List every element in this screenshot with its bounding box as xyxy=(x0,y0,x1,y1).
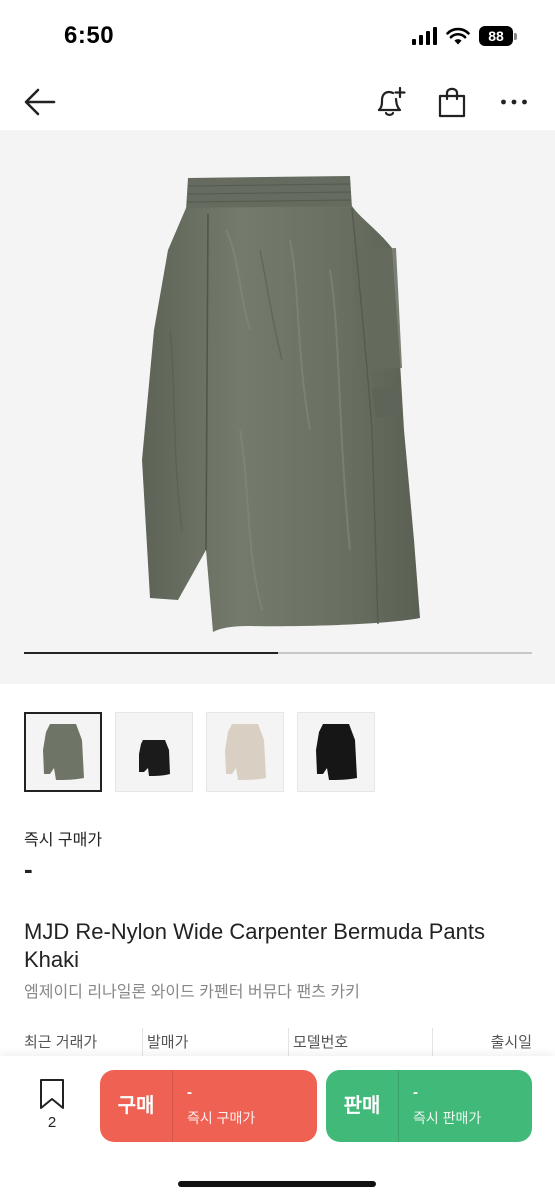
thumbnail-khaki[interactable] xyxy=(24,712,102,792)
buy-button-price: - xyxy=(187,1084,192,1101)
thumbnail-black-2[interactable] xyxy=(297,712,375,792)
shopping-bag-icon xyxy=(438,87,466,118)
notification-button[interactable] xyxy=(368,80,412,124)
release-date-label: 출시일 xyxy=(432,1028,532,1058)
signal-icon xyxy=(412,27,437,45)
sell-button-price: - xyxy=(413,1084,418,1101)
battery-icon: 88 xyxy=(479,26,517,46)
color-thumbnails xyxy=(24,712,375,792)
product-image-carousel[interactable] xyxy=(0,130,555,684)
instant-buy-price-label: 즉시 구매가 xyxy=(24,832,103,849)
buy-button-info: - 즉시 구매가 xyxy=(173,1070,255,1142)
status-icons: 88 xyxy=(412,26,517,46)
product-image xyxy=(142,176,420,632)
status-time: 6:50 xyxy=(64,22,115,49)
sell-button[interactable]: 판매 - 즉시 판매가 xyxy=(326,1070,532,1142)
sell-button-desc: 즉시 판매가 xyxy=(413,1110,482,1126)
thumbnail-beige[interactable] xyxy=(206,712,284,792)
sell-button-info: - 즉시 판매가 xyxy=(399,1070,481,1142)
back-button[interactable] xyxy=(18,80,62,124)
top-nav xyxy=(0,72,555,130)
shopping-bag-button[interactable] xyxy=(430,80,474,124)
thumbnail-image xyxy=(43,724,84,780)
product-title-korean: 엠제이디 리나일론 와이드 카펜터 버뮤다 팬츠 카키 xyxy=(24,984,360,1001)
wifi-icon xyxy=(446,27,470,45)
status-bar: 6:50 88 xyxy=(0,0,555,72)
bell-plus-icon xyxy=(377,86,406,116)
thumbnail-image xyxy=(139,740,170,776)
buy-button[interactable]: 구매 - 즉시 구매가 xyxy=(100,1070,317,1142)
carousel-progress-fill xyxy=(24,652,278,654)
thumbnail-image xyxy=(225,724,266,780)
carousel-progress-track xyxy=(24,652,532,654)
buy-button-desc: 즉시 구매가 xyxy=(187,1110,256,1126)
back-arrow-icon xyxy=(24,88,56,116)
sell-button-label: 판매 xyxy=(326,1070,399,1142)
more-icon xyxy=(501,99,527,105)
wishlist-button[interactable]: 2 xyxy=(28,1078,76,1154)
thumbnail-image xyxy=(316,724,357,780)
more-button[interactable] xyxy=(492,80,536,124)
bookmark-icon xyxy=(40,1079,64,1109)
model-number-label: 모델번호 xyxy=(288,1028,432,1058)
battery-level: 88 xyxy=(479,26,513,46)
home-indicator[interactable] xyxy=(178,1181,376,1187)
product-info-row: 최근 거래가 발매가 모델번호 출시일 xyxy=(24,1028,532,1058)
thumbnail-black[interactable] xyxy=(115,712,193,792)
product-title-english: MJD Re-Nylon Wide Carpenter Bermuda Pant… xyxy=(24,919,485,972)
wishlist-count: 2 xyxy=(47,1114,57,1131)
recent-price-label: 최근 거래가 xyxy=(24,1034,98,1051)
release-price-label: 발매가 xyxy=(142,1028,288,1058)
instant-buy-price-value: - xyxy=(24,854,33,884)
bottom-action-bar: 2 구매 - 즉시 구매가 판매 - 즉시 판매가 xyxy=(0,1056,555,1200)
buy-button-label: 구매 xyxy=(100,1070,173,1142)
